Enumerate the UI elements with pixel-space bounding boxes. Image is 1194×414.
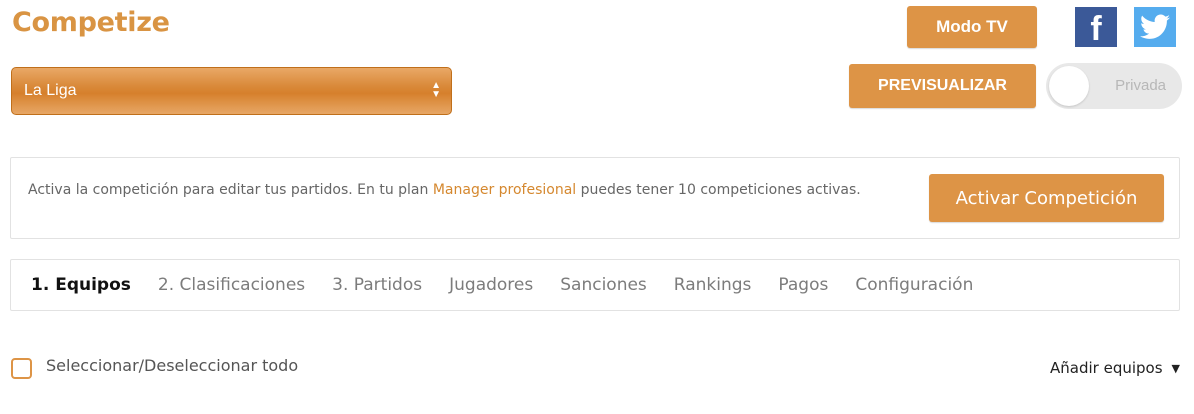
add-teams-dropdown[interactable]: Añadir equipos ▼	[1050, 359, 1180, 377]
plan-link[interactable]: Manager profesional	[433, 182, 576, 198]
toggle-label: Privada	[1115, 77, 1166, 94]
competition-select[interactable]: La Liga ▲ ▼	[11, 67, 452, 115]
select-all-label: Seleccionar/Deseleccionar todo	[46, 356, 299, 375]
tab-equipos[interactable]: 1. Equipos	[31, 275, 131, 295]
privacy-toggle[interactable]: Privada	[1046, 63, 1182, 109]
add-teams-label: Añadir equipos	[1050, 359, 1163, 377]
tab-pagos[interactable]: Pagos	[778, 275, 828, 295]
competition-select-value: La Liga	[24, 82, 77, 99]
caret-down-icon: ▼	[1171, 361, 1180, 375]
twitter-icon[interactable]	[1134, 7, 1176, 47]
app-title: Competize	[12, 7, 170, 38]
activate-competition-button[interactable]: Activar Competición	[929, 174, 1164, 222]
facebook-glyph: f	[1090, 10, 1102, 48]
tab-rankings[interactable]: Rankings	[674, 275, 752, 295]
preview-button[interactable]: PREVISUALIZAR	[849, 64, 1036, 108]
tab-partidos[interactable]: 3. Partidos	[332, 275, 422, 295]
notice-text-after: puedes tener 10 competiciones activas.	[576, 182, 861, 198]
notice-text-before: Activa la competición para editar tus pa…	[28, 182, 433, 198]
modo-tv-button[interactable]: Modo TV	[907, 6, 1037, 48]
tab-clasificaciones[interactable]: 2. Clasificaciones	[158, 275, 305, 295]
select-all-checkbox[interactable]	[11, 358, 32, 379]
twitter-bird-icon	[1140, 14, 1170, 39]
tab-configuracion[interactable]: Configuración	[855, 275, 973, 295]
tab-jugadores[interactable]: Jugadores	[449, 275, 533, 295]
facebook-icon[interactable]: f	[1075, 7, 1117, 48]
select-arrows-icon: ▲ ▼	[431, 80, 441, 100]
notice-text: Activa la competición para editar tus pa…	[28, 178, 918, 202]
tab-bar: 1. Equipos 2. Clasificaciones 3. Partido…	[10, 259, 1180, 311]
tab-sanciones[interactable]: Sanciones	[560, 275, 647, 295]
toggle-knob	[1049, 66, 1089, 106]
